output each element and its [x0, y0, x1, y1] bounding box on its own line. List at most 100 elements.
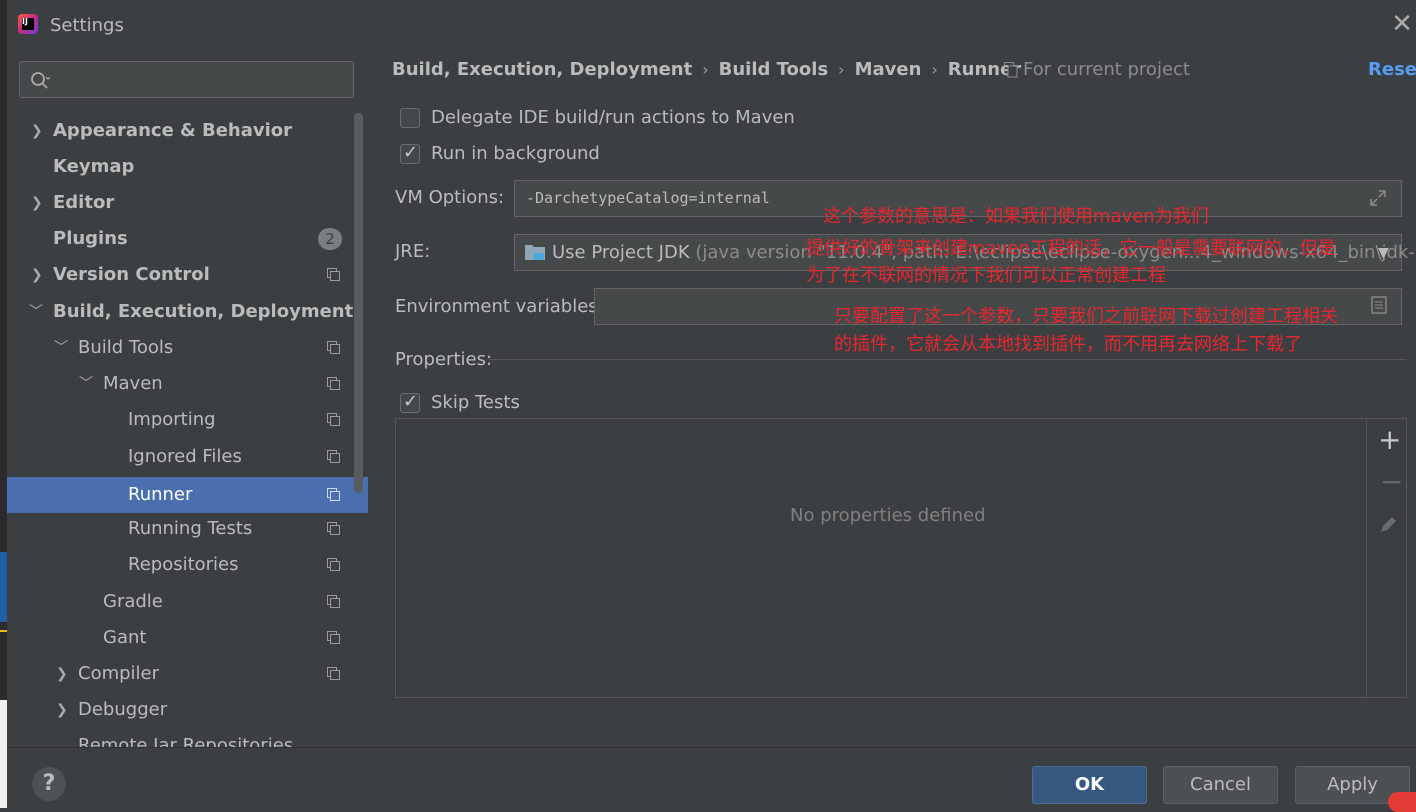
tree-item-debugger[interactable]: ❯ Debugger [7, 692, 368, 728]
background-window-edge [0, 0, 7, 808]
remove-icon[interactable]: − [1380, 468, 1403, 496]
tree-item-label: Build Tools [78, 337, 174, 358]
checkmark-icon: ✓ [403, 142, 419, 163]
tree-item-label: Gradle [103, 591, 163, 612]
tree-item-compiler[interactable]: ❯ Compiler [7, 656, 368, 692]
project-scope-icon [327, 558, 340, 571]
chevron-right-icon: ❯ [31, 195, 43, 211]
project-scope-icon [327, 341, 340, 354]
edit-icon[interactable] [1378, 515, 1398, 535]
close-icon[interactable]: ✕ [1390, 11, 1414, 37]
tree-item-ignored-files[interactable]: Ignored Files [7, 439, 368, 475]
tree-item-label: Ignored Files [128, 446, 242, 467]
search-icon [31, 72, 50, 89]
sidebar-scrollbar[interactable] [354, 113, 363, 493]
help-button[interactable]: ? [32, 767, 66, 801]
chevron-down-icon: ﹀ [29, 304, 43, 320]
tree-item-build-tools[interactable]: ﹀ Build Tools [7, 330, 368, 366]
annotation-line: 提供好的骨架来创建maven工程的话，它一般是需要联网的，但是 [806, 238, 1336, 259]
breadcrumb: Build, Execution, Deployment › Build Tools… [392, 59, 1021, 83]
project-scope-icon [327, 667, 340, 680]
project-scope-icon [327, 450, 340, 463]
title-bar [7, 0, 1416, 47]
tree-item-editor[interactable]: ❯ Editor [7, 185, 368, 221]
delegate-checkbox[interactable] [400, 108, 420, 128]
tree-item-label: Runner [128, 484, 193, 505]
annotation-line: 的插件，它就会从本地找到插件，而不用再去网络上下载了 [834, 334, 1302, 355]
add-icon[interactable]: + [1378, 426, 1401, 454]
checkmark-icon: ✓ [403, 391, 419, 412]
expand-icon[interactable] [1368, 188, 1388, 208]
dropdown-arrow-icon[interactable]: ▼ [1378, 245, 1389, 261]
cancel-button[interactable]: Cancel [1163, 766, 1278, 804]
tree-item-plugins[interactable]: Plugins 2 [7, 221, 368, 257]
tree-item-repositories[interactable]: Repositories [7, 547, 368, 583]
annotation-line: 只要配置了这一个参数，只要我们之前联网下载过创建工程相关 [834, 306, 1338, 327]
tree-item-label: Maven [103, 373, 163, 394]
properties-label: Properties: [395, 349, 493, 370]
annotation-line: 这个参数的意思是：如果我们使用maven为我们 [823, 206, 1209, 227]
chevron-down-icon: ﹀ [79, 376, 93, 392]
jdk-folder-icon [525, 245, 545, 260]
tree-item-label: Running Tests [128, 518, 253, 539]
project-scope-icon [327, 268, 340, 281]
tree-item-appearance-behavior[interactable]: ❯ Appearance & Behavior [7, 113, 368, 149]
tree-item-remote-jar-repositories[interactable]: Remote Jar Repositories [7, 728, 368, 747]
project-scope-icon [327, 488, 340, 501]
breadcrumb-item[interactable]: Maven [855, 59, 922, 80]
tree-item-label: Gant [103, 627, 147, 648]
annotation-line: 为了在不联网的情况下我们可以正常创建工程 [806, 265, 1166, 286]
tree-item-label: Build, Execution, Deployment [53, 301, 354, 322]
env-variables-label: Environment variables: [395, 296, 604, 317]
jre-value-text: Use Project JDK [552, 242, 690, 263]
tree-item-label: Version Control [53, 264, 210, 285]
window-title: Settings [50, 15, 124, 36]
skip-tests-label[interactable]: Skip Tests [431, 392, 520, 413]
tree-item-keymap[interactable]: Keymap [7, 149, 368, 185]
breadcrumb-separator-icon: › [838, 60, 845, 79]
delegate-label[interactable]: Delegate IDE build/run actions to Maven [431, 107, 795, 128]
tree-item-label: Editor [53, 192, 115, 213]
tree-item-version-control[interactable]: ❯ Version Control [7, 257, 368, 293]
properties-table[interactable] [395, 418, 1367, 698]
tree-item-label: Appearance & Behavior [53, 120, 293, 141]
reset-link[interactable]: Reset [1368, 59, 1416, 80]
project-scope-icon [1004, 62, 1018, 78]
tree-item-runner[interactable]: Runner [7, 477, 368, 513]
intellij-logo-icon: IJ [18, 14, 38, 34]
tree-item-running-tests[interactable]: Running Tests [7, 511, 368, 547]
breadcrumb-item[interactable]: Build Tools [719, 59, 829, 80]
chevron-right-icon: ❯ [56, 702, 68, 718]
tree-item-label: Debugger [78, 699, 168, 720]
jre-label: JRE: [395, 241, 431, 262]
ok-button[interactable]: OK [1032, 766, 1147, 804]
plugins-update-badge: 2 [318, 228, 342, 250]
project-scope-icon [327, 377, 340, 390]
breadcrumb-item[interactable]: Build, Execution, Deployment [392, 59, 692, 80]
tree-item-gant[interactable]: Gant [7, 620, 368, 656]
project-scope-icon [327, 595, 340, 608]
project-scope-icon [327, 631, 340, 644]
chevron-right-icon: ❯ [56, 666, 68, 682]
properties-toolbar [1367, 418, 1407, 698]
settings-search-input[interactable] [19, 61, 354, 98]
tree-item-label: Repositories [128, 554, 239, 575]
run-in-background-checkbox[interactable]: ✓ [400, 142, 420, 164]
project-scope-icon [327, 413, 340, 426]
breadcrumb-separator-icon: › [931, 60, 938, 79]
skip-tests-checkbox[interactable]: ✓ [400, 391, 420, 413]
vm-options-value[interactable]: -DarchetypeCatalog=internal [526, 189, 770, 207]
tree-item-maven[interactable]: ﹀ Maven [7, 366, 368, 402]
run-in-background-label[interactable]: Run in background [431, 143, 600, 164]
chevron-right-icon: ❯ [31, 267, 43, 283]
vm-options-label: VM Options: [395, 187, 505, 208]
empty-table-text: No properties defined [790, 505, 986, 526]
tree-item-importing[interactable]: Importing [7, 402, 368, 438]
tree-item-label: Compiler [78, 663, 160, 684]
project-scope-icon [327, 522, 340, 535]
tree-item-label: Importing [128, 409, 216, 430]
chevron-right-icon: ❯ [31, 123, 43, 139]
tree-item-build-execution-deployment[interactable]: ﹀ Build, Execution, Deployment [7, 294, 368, 330]
browse-icon[interactable] [1371, 296, 1387, 314]
tree-item-gradle[interactable]: Gradle [7, 584, 368, 620]
